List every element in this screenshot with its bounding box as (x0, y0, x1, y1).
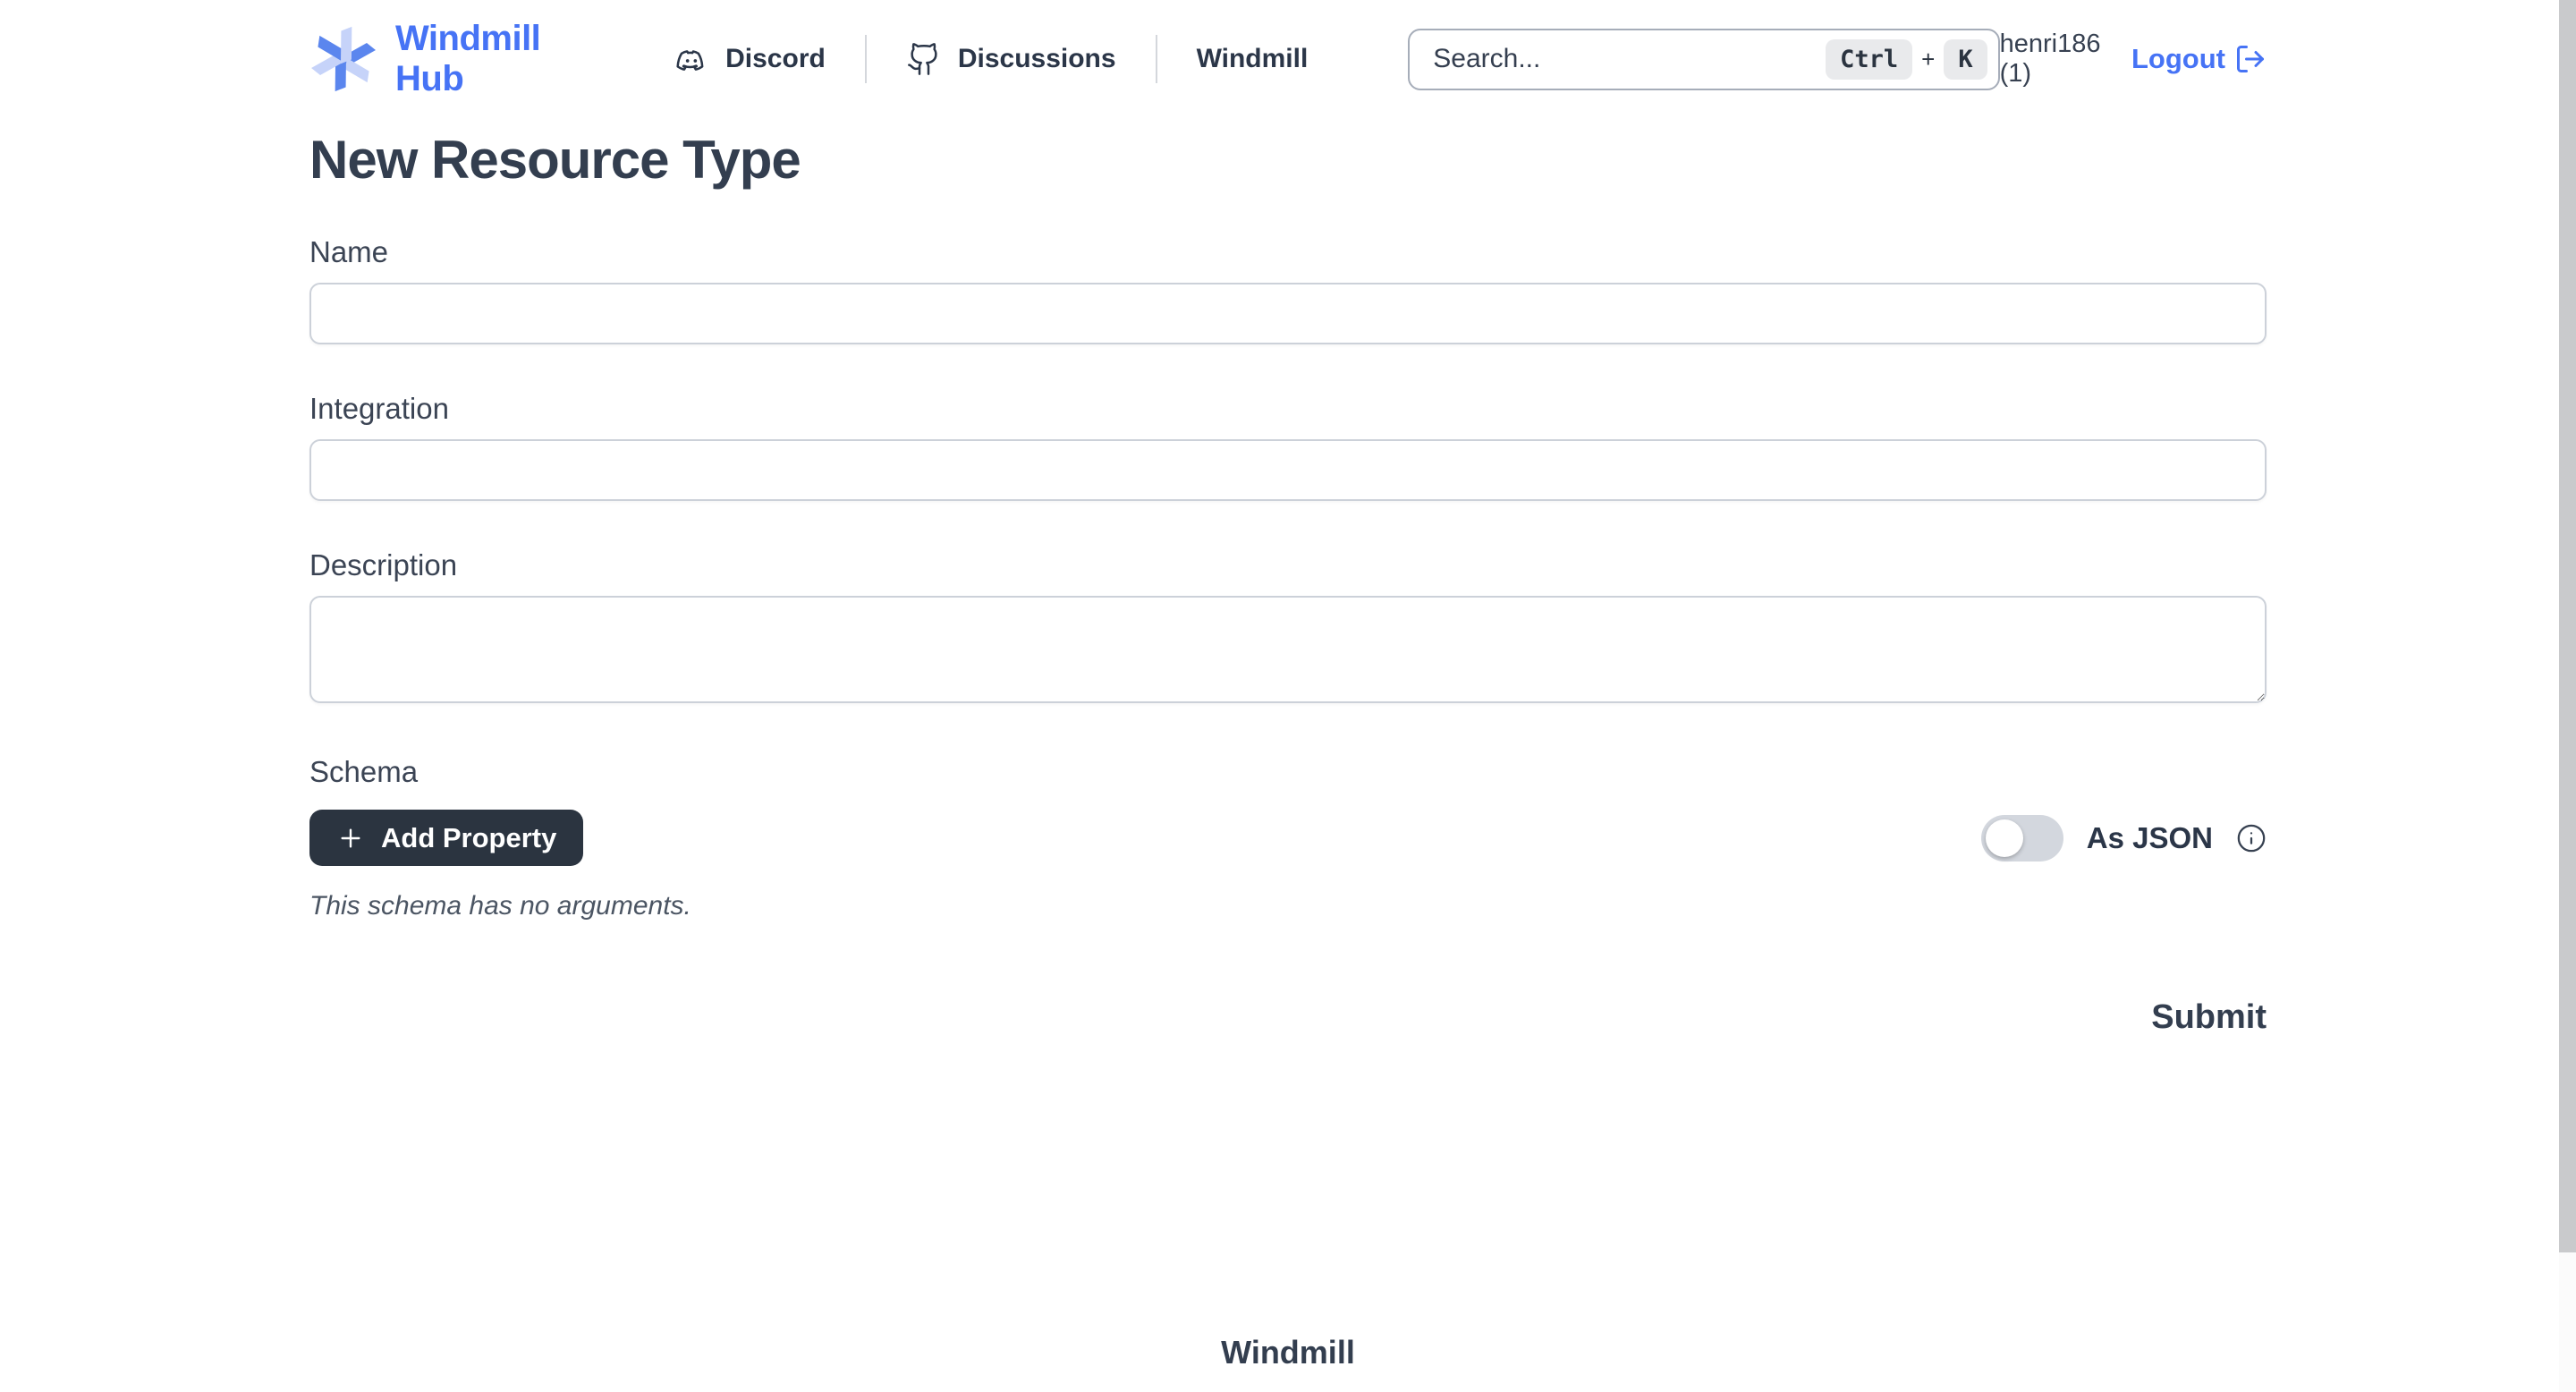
name-label: Name (309, 234, 2267, 270)
nav-divider (1156, 35, 1157, 83)
nav-item-discussions[interactable]: Discussions (906, 41, 1116, 77)
page-footer: Windmill (309, 1334, 2267, 1371)
add-property-button[interactable]: Add Property (309, 810, 583, 866)
vertical-scrollbar[interactable] (2559, 0, 2576, 1392)
toggle-knob (1986, 819, 2023, 857)
nav-item-label: Windmill (1197, 44, 1309, 74)
integration-field-group: Integration (309, 391, 2267, 501)
integration-input[interactable] (309, 439, 2267, 501)
nav-item-windmill[interactable]: Windmill (1197, 44, 1309, 74)
kbd-k: K (1944, 39, 1987, 80)
submit-row: Submit (309, 998, 2267, 1037)
main-content: New Resource Type Name Integration Descr… (309, 132, 2267, 1371)
description-textarea[interactable] (309, 596, 2267, 703)
brand-title: Windmill Hub (395, 19, 584, 99)
username-label: henri186 (1) (2000, 30, 2106, 89)
footer-windmill-link[interactable]: Windmill (1221, 1334, 1355, 1371)
windmill-logo-icon (309, 25, 377, 93)
nav-divider (865, 35, 867, 83)
schema-label: Schema (309, 754, 2267, 790)
kbd-ctrl: Ctrl (1826, 39, 1912, 80)
scrollbar-thumb[interactable] (2559, 0, 2576, 1252)
as-json-label: As JSON (2087, 821, 2213, 855)
description-label: Description (309, 547, 2267, 583)
name-input[interactable] (309, 283, 2267, 344)
nav-item-label: Discord (725, 44, 826, 74)
schema-empty-text: This schema has no arguments. (309, 891, 2267, 921)
page-title: New Resource Type (309, 132, 2267, 188)
search-box[interactable]: Ctrl + K (1408, 29, 1999, 90)
nav-item-discord[interactable]: Discord (674, 41, 826, 77)
header-nav: Discord Discussions Windmill (674, 35, 1308, 83)
submit-button[interactable]: Submit (2151, 998, 2267, 1037)
as-json-toggle[interactable] (1981, 815, 2063, 862)
brand-home-link[interactable]: Windmill Hub (309, 19, 584, 99)
plus-icon (336, 824, 365, 853)
nav-item-label: Discussions (958, 44, 1116, 74)
logout-icon (2234, 43, 2267, 75)
kbd-plus-separator: + (1921, 46, 1935, 73)
schema-section: Schema Add Property As JSON (309, 754, 2267, 921)
user-area: henri186 (1) Logout (2000, 30, 2267, 89)
as-json-control: As JSON (1981, 815, 2267, 862)
logout-label: Logout (2131, 43, 2225, 75)
description-field-group: Description (309, 547, 2267, 708)
logout-button[interactable]: Logout (2131, 43, 2267, 75)
add-property-label: Add Property (381, 822, 556, 854)
name-field-group: Name (309, 234, 2267, 344)
info-icon[interactable] (2236, 823, 2267, 853)
discord-icon (674, 41, 709, 77)
top-navigation-bar: Windmill Hub Discord (0, 0, 2576, 118)
github-icon (906, 41, 942, 77)
search-input[interactable] (1433, 44, 1826, 74)
integration-label: Integration (309, 391, 2267, 427)
